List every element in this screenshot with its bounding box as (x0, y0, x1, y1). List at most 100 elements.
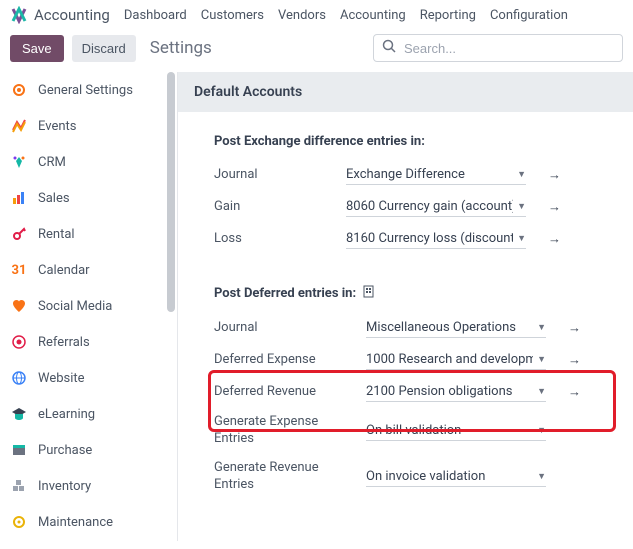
loss-account-select[interactable]: 8160 Currency loss (discount)▼ (346, 229, 526, 249)
sidebar-item-label: Social Media (38, 299, 112, 314)
row-loss: Loss 8160 Currency loss (discount)▼ → (178, 223, 633, 255)
chevron-down-icon: ▼ (517, 233, 526, 244)
arrow-right-icon[interactable]: → (548, 231, 561, 247)
chevron-down-icon: ▼ (537, 322, 546, 333)
referrals-icon (10, 333, 28, 351)
sidebar-item-maintenance[interactable]: Maintenance (0, 504, 177, 540)
journal-deferred-select[interactable]: Miscellaneous Operations▼ (366, 318, 546, 338)
sidebar-item-sales[interactable]: Sales (0, 180, 177, 216)
chevron-down-icon: ▼ (537, 354, 546, 365)
sidebar-item-label: Sales (38, 191, 70, 206)
deferred-revenue-select[interactable]: 2100 Pension obligations▼ (366, 382, 546, 402)
breadcrumb: Settings (150, 38, 212, 58)
sidebar-item-referrals[interactable]: Referrals (0, 324, 177, 360)
search-icon (382, 39, 396, 57)
sidebar-item-general-settings[interactable]: General Settings (0, 72, 177, 108)
sidebar-item-label: Events (38, 119, 76, 134)
arrow-right-icon[interactable]: → (548, 167, 561, 183)
events-icon (10, 117, 28, 135)
rental-icon (10, 225, 28, 243)
app-logo-icon (10, 6, 28, 24)
deferred-group-title: Post Deferred entries in: (178, 281, 633, 312)
arrow-right-icon[interactable]: → (548, 199, 561, 215)
chevron-down-icon: ▼ (517, 201, 526, 212)
section-title: Default Accounts (178, 72, 633, 112)
chevron-down-icon: ▼ (537, 425, 546, 436)
row-generate-expense: Generate Expense Entries On bill validat… (178, 408, 633, 454)
sidebar-item-social-media[interactable]: Social Media (0, 288, 177, 324)
sidebar-item-label: Website (38, 371, 85, 386)
field-label: Generate Revenue Entries (214, 460, 354, 494)
field-label: Generate Expense Entries (214, 414, 354, 448)
nav-reporting[interactable]: Reporting (420, 8, 476, 23)
gain-account-select[interactable]: 8060 Currency gain (account)▼ (346, 197, 526, 217)
sidebar-item-crm[interactable]: CRM (0, 144, 177, 180)
nav-accounting[interactable]: Accounting (340, 8, 406, 23)
sidebar: General Settings Events CRM Sales Rental… (0, 72, 178, 541)
gear-icon (10, 81, 28, 99)
exchange-group-title: Post Exchange difference entries in: (178, 130, 633, 159)
calendar-icon: 31 (10, 261, 28, 279)
app-brand[interactable]: Accounting (10, 6, 110, 24)
top-nav: Accounting Dashboard Customers Vendors A… (0, 0, 633, 28)
field-label: Loss (214, 231, 334, 248)
sidebar-item-label: Rental (38, 227, 75, 242)
generate-expense-select[interactable]: On bill validation▼ (366, 421, 546, 441)
row-deferred-revenue: Deferred Revenue 2100 Pension obligation… (178, 376, 633, 408)
sidebar-item-label: Referrals (38, 335, 90, 350)
field-label: Gain (214, 199, 334, 216)
sidebar-item-label: Inventory (38, 479, 91, 494)
save-button[interactable]: Save (10, 35, 64, 62)
row-journal-deferred: Journal Miscellaneous Operations▼ → (178, 312, 633, 344)
row-deferred-expense: Deferred Expense 1000 Research and devel… (178, 344, 633, 376)
deferred-expense-select[interactable]: 1000 Research and development▼ (366, 350, 546, 370)
row-journal-exchange: Journal Exchange Difference▼ → (178, 159, 633, 191)
sidebar-item-website[interactable]: Website (0, 360, 177, 396)
sidebar-item-label: CRM (38, 155, 66, 170)
sidebar-item-rental[interactable]: Rental (0, 216, 177, 252)
wrench-icon (10, 513, 28, 531)
chevron-down-icon: ▼ (537, 386, 546, 397)
nav-configuration[interactable]: Configuration (490, 8, 568, 23)
sidebar-item-label: General Settings (38, 83, 133, 98)
scrollbar-thumb[interactable] (167, 72, 175, 312)
field-label: Journal (214, 320, 354, 337)
nav-vendors[interactable]: Vendors (278, 8, 326, 23)
sidebar-item-elearning[interactable]: eLearning (0, 396, 177, 432)
sidebar-item-calendar[interactable]: 31 Calendar (0, 252, 177, 288)
nav-dashboard[interactable]: Dashboard (124, 8, 187, 23)
row-gain: Gain 8060 Currency gain (account)▼ → (178, 191, 633, 223)
sidebar-item-inventory[interactable]: Inventory (0, 468, 177, 504)
sales-icon (10, 189, 28, 207)
sidebar-item-label: eLearning (38, 407, 95, 422)
journal-exchange-select[interactable]: Exchange Difference▼ (346, 165, 526, 185)
field-label: Journal (214, 167, 334, 184)
search-box[interactable] (373, 34, 623, 62)
globe-icon (10, 369, 28, 387)
discard-button[interactable]: Discard (72, 35, 136, 62)
generate-revenue-select[interactable]: On invoice validation▼ (366, 467, 546, 487)
sidebar-item-purchase[interactable]: Purchase (0, 432, 177, 468)
sidebar-item-label: Calendar (38, 263, 90, 278)
nav-customers[interactable]: Customers (201, 8, 264, 23)
arrow-right-icon[interactable]: → (568, 320, 581, 336)
app-name: Accounting (34, 6, 110, 24)
search-input[interactable] (402, 40, 614, 57)
field-label: Deferred Revenue (214, 384, 354, 401)
arrow-right-icon[interactable]: → (568, 352, 581, 368)
crm-icon (10, 153, 28, 171)
graduation-cap-icon (10, 405, 28, 423)
arrow-right-icon[interactable]: → (568, 384, 581, 400)
chevron-down-icon: ▼ (537, 471, 546, 482)
sidebar-item-label: Purchase (38, 443, 92, 458)
sidebar-item-events[interactable]: Events (0, 108, 177, 144)
action-bar: Save Discard Settings (0, 28, 633, 72)
sidebar-item-label: Maintenance (38, 515, 113, 530)
purchase-icon (10, 441, 28, 459)
heart-icon (10, 297, 28, 315)
field-label: Deferred Expense (214, 352, 354, 369)
content-area: Default Accounts Post Exchange differenc… (178, 72, 633, 541)
inventory-icon (10, 477, 28, 495)
row-generate-revenue: Generate Revenue Entries On invoice vali… (178, 454, 633, 500)
building-icon (362, 285, 375, 302)
